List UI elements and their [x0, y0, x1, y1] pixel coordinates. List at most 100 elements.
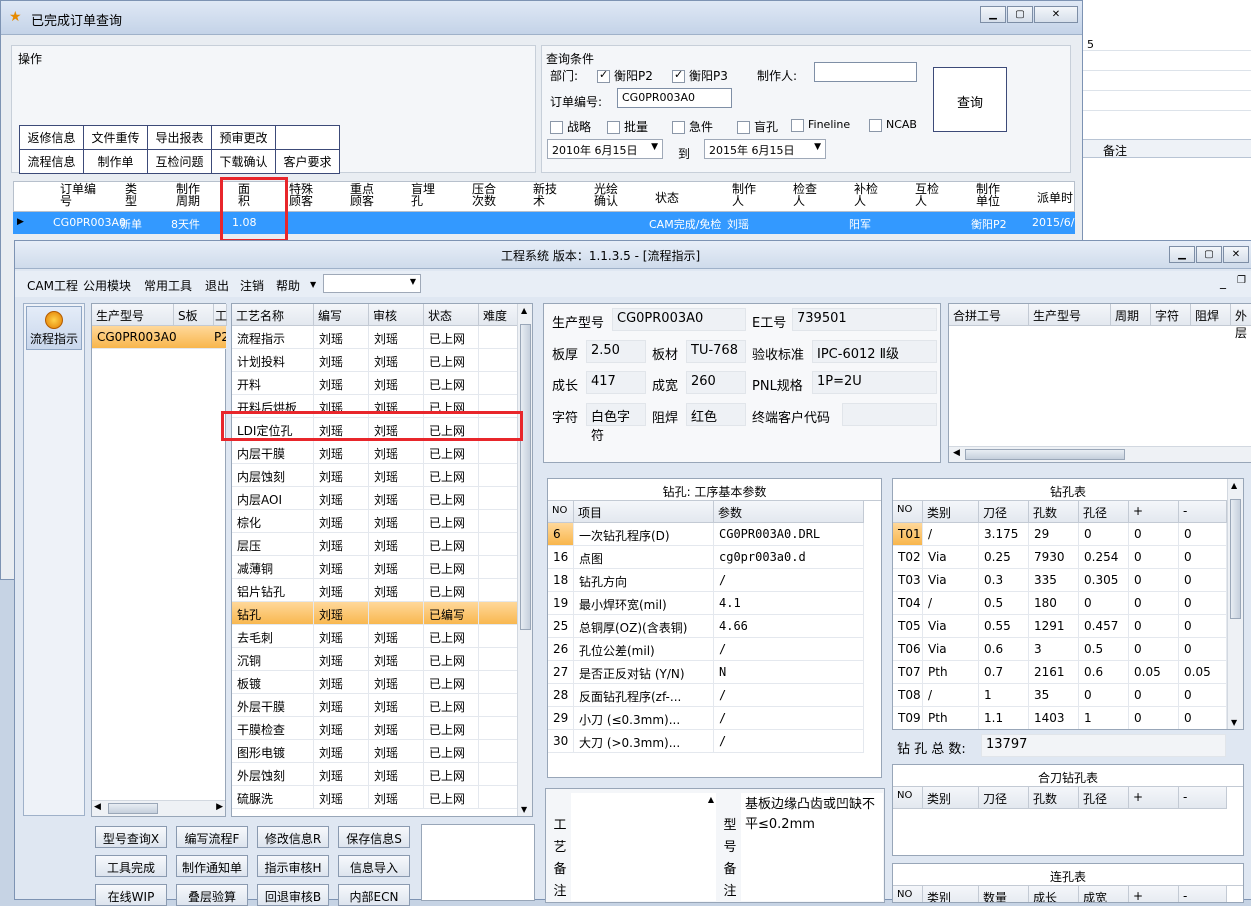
col-photo-confirm[interactable]: 光绘 确认 — [594, 183, 618, 207]
op-customer-req[interactable]: 客户要求 — [275, 149, 340, 174]
col-special-customer[interactable]: 特殊 顾客 — [289, 183, 313, 207]
check-strategic[interactable]: 战略 — [550, 118, 591, 135]
col-order-no[interactable]: 订单编 号 — [60, 183, 96, 207]
instruction-review-button[interactable]: 指示审核H — [257, 855, 329, 877]
process-row[interactable]: 减薄铜 刘瑶 刘瑶 已上网 — [232, 556, 518, 579]
op-repair-info[interactable]: 返修信息 — [19, 125, 84, 150]
check-fineline[interactable]: Fineline — [791, 118, 850, 132]
table-header-cell[interactable]: 刀径 — [979, 787, 1029, 809]
table-header-cell[interactable]: NO — [893, 787, 923, 809]
process-remark-textarea[interactable]: ▲ — [571, 793, 716, 901]
menu-public[interactable]: 公用模块 — [83, 277, 131, 294]
table-header-cell[interactable]: 类别 — [923, 787, 979, 809]
combo-col-cycle[interactable]: 周期 — [1111, 304, 1151, 326]
work-notice-button[interactable]: 制作通知单 — [176, 855, 248, 877]
drill-row[interactable]: 16 点图 cg0pr003a0.d — [548, 546, 864, 569]
table-header-cell[interactable]: 类别 — [923, 886, 979, 902]
product-hscroll[interactable]: ◀ ▶ — [92, 800, 225, 816]
dept-p2-checkbox[interactable]: 衡阳P2 — [597, 67, 653, 84]
process-col-writer[interactable]: 编写 — [314, 304, 369, 326]
hole-row[interactable]: T02 Via 0.25 7930 0.254 0 0 — [893, 546, 1227, 569]
op-work-order[interactable]: 制作单 — [83, 149, 148, 174]
op-mutual-check[interactable]: 互检问题 — [147, 149, 212, 174]
drill-row[interactable]: 27 是否正反对钻 (Y/N) N — [548, 661, 864, 684]
process-row[interactable]: 计划投料 刘瑶 刘瑶 已上网 — [232, 349, 518, 372]
scroll-left-icon[interactable]: ◀ — [94, 802, 101, 812]
hole-row[interactable]: T03 Via 0.3 335 0.305 0 0 — [893, 569, 1227, 592]
process-row[interactable]: 图形电镀 刘瑶 刘瑶 已上网 — [232, 740, 518, 763]
process-row[interactable]: 流程指示 刘瑶 刘瑶 已上网 — [232, 326, 518, 349]
maker-input[interactable] — [814, 62, 917, 82]
col-maker[interactable]: 制作 人 — [732, 183, 756, 207]
scroll-thumb[interactable] — [965, 449, 1125, 460]
table-header-cell[interactable]: 孔数 — [1029, 787, 1079, 809]
rollback-review-button[interactable]: 回退审核B — [257, 884, 329, 906]
col-key-customer[interactable]: 重点 顾客 — [350, 183, 374, 207]
table-header-cell[interactable]: 成长mm — [1029, 886, 1079, 902]
combo-col-mask[interactable]: 阻焊 — [1191, 304, 1231, 326]
col-new-tech[interactable]: 新技 术 — [533, 183, 557, 207]
process-row[interactable]: 板镀 刘瑶 刘瑶 已上网 — [232, 671, 518, 694]
online-wip-button[interactable]: 在线WIP — [95, 884, 167, 906]
menu-help[interactable]: 帮助 — [276, 277, 300, 294]
col-unit[interactable]: 制作 单位 — [976, 183, 1000, 207]
product-row[interactable]: CG0PR003A0 P2 — [92, 326, 227, 349]
drill-row[interactable]: 30 大刀 (>0.3mm)... / — [548, 730, 864, 753]
process-row[interactable]: 层压 刘瑶 刘瑶 已上网 — [232, 533, 518, 556]
hole-row[interactable]: T08/1 35 0 0 0 — [893, 684, 1227, 707]
model-query-button[interactable]: 型号查询X — [95, 826, 167, 848]
process-row[interactable]: 内层蚀刻 刘瑶 刘瑶 已上网 — [232, 464, 518, 487]
product-col-s[interactable]: S板 — [174, 304, 214, 326]
op-export-report[interactable]: 导出报表 — [147, 125, 212, 150]
drill-row[interactable]: 26 孔位公差(mil) / — [548, 638, 864, 661]
menu-exit[interactable]: 退出 — [205, 277, 229, 294]
process-col-name[interactable]: 工艺名称 — [232, 304, 314, 326]
op-download-confirm[interactable]: 下载确认 — [211, 149, 276, 174]
table-header-cell[interactable]: 数量 — [979, 886, 1029, 902]
close-button[interactable]: ✕ — [1034, 6, 1078, 23]
col-status[interactable]: 状态 — [655, 192, 679, 204]
process-row[interactable]: 钻孔 刘瑶 已编写 — [232, 602, 518, 625]
holes-vscroll[interactable]: ▲ ▼ — [1227, 479, 1243, 729]
maximize-button[interactable]: ▢ — [1196, 246, 1222, 263]
col-blind-buried[interactable]: 盲埋 孔 — [411, 183, 435, 207]
dept-p3-checkbox[interactable]: 衡阳P3 — [672, 67, 728, 84]
product-col-extra[interactable]: 工 — [214, 304, 227, 326]
bottom-textbox[interactable] — [421, 824, 535, 901]
scroll-thumb[interactable] — [108, 803, 158, 814]
process-row[interactable]: 沉铜 刘瑶 刘瑶 已上网 — [232, 648, 518, 671]
drill-row[interactable]: 29 小刀 (≤0.3mm)... / — [548, 707, 864, 730]
modify-info-button[interactable]: 修改信息R — [257, 826, 329, 848]
process-row[interactable]: 内层干膜 刘瑶 刘瑶 已上网 — [232, 441, 518, 464]
combo-col-outer[interactable]: 外层 — [1231, 304, 1251, 340]
table-header-cell[interactable]: 孔数 — [1029, 501, 1079, 523]
info-import-button[interactable]: 信息导入 — [338, 855, 410, 877]
hole-row[interactable]: T09 Pth 1.1 1403 1 0 0 — [893, 707, 1227, 729]
table-header-cell[interactable]: NO — [893, 501, 923, 523]
table-header-cell[interactable]: - — [1179, 787, 1227, 809]
table-header-cell[interactable]: + — [1129, 501, 1179, 523]
scroll-left-icon[interactable]: ◀ — [953, 448, 960, 458]
scroll-down-icon[interactable]: ▼ — [521, 805, 527, 814]
write-flow-button[interactable]: 编写流程F — [176, 826, 248, 848]
col-dispatch-time[interactable]: 派单时 — [1037, 192, 1073, 204]
table-row[interactable]: ▶ CG0PR003A0 新单 8天件 1.08 CAM完成/免检 刘瑶 阳军 … — [13, 212, 1075, 234]
drill-row[interactable]: 28 反面钻孔程序(zf-... / — [548, 684, 864, 707]
check-batch[interactable]: 批量 — [607, 118, 648, 135]
col-recheck[interactable]: 补检 人 — [854, 183, 878, 207]
table-header-cell[interactable]: 孔径 — [1079, 787, 1129, 809]
menu-combo[interactable]: ▼ — [323, 274, 421, 293]
process-col-status[interactable]: 状态 — [424, 304, 479, 326]
stack-check-button[interactable]: 叠层验算 — [176, 884, 248, 906]
check-ncab[interactable]: NCAB — [869, 118, 917, 132]
hole-row[interactable]: T04/0.5 180 0 0 0 — [893, 592, 1227, 615]
drill-row[interactable]: 18 钻孔方向 / — [548, 569, 864, 592]
table-header-cell[interactable]: 刀径 — [979, 501, 1029, 523]
process-row[interactable]: 去毛刺 刘瑶 刘瑶 已上网 — [232, 625, 518, 648]
scroll-up-icon[interactable]: ▲ — [708, 795, 714, 804]
scroll-thumb[interactable] — [1230, 499, 1241, 619]
combo-col-char[interactable]: 字符 — [1151, 304, 1191, 326]
drill-col-param[interactable]: 参数 — [714, 501, 864, 523]
drill-row[interactable]: 19 最小焊环宽(mil) 4.1 — [548, 592, 864, 615]
scroll-up-icon[interactable]: ▲ — [521, 306, 527, 315]
